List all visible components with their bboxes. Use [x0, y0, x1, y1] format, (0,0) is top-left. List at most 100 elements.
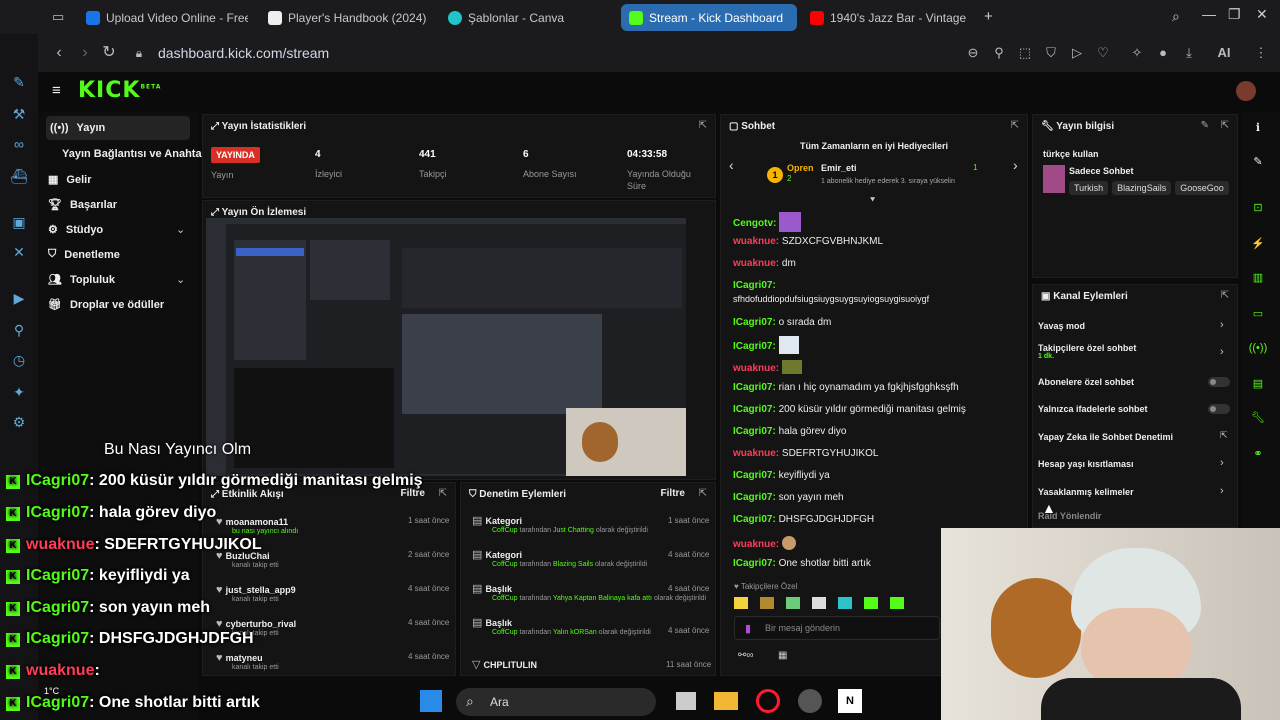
chevron-right-icon[interactable]: ›	[1220, 457, 1224, 469]
expand-icon[interactable]: ⇱	[1221, 290, 1229, 301]
chat-username[interactable]: ICagri07:	[733, 426, 776, 437]
chat-username[interactable]: ICagri07:	[733, 317, 776, 328]
emote-icon[interactable]	[812, 597, 826, 609]
pin2-icon[interactable]: ⚲	[9, 320, 29, 340]
emote-icon[interactable]	[786, 597, 800, 609]
next-arrow-icon[interactable]: ›	[1013, 157, 1018, 173]
action-account-age[interactable]: Hesap yaşı kısıtlaması	[1038, 459, 1134, 469]
stream-preview[interactable]	[206, 218, 686, 476]
sidebar-item-stream[interactable]: ((•)) Yayın	[46, 116, 190, 140]
tool-icon[interactable]: ⚒	[9, 104, 29, 124]
qa-icon-1[interactable]: ⊡	[1246, 198, 1270, 218]
search-icon[interactable]: ⌕	[1172, 8, 1180, 25]
external-link-icon[interactable]: ⇱	[1220, 430, 1228, 441]
expand-icon[interactable]: ⇱	[439, 488, 447, 499]
send-icon[interactable]: ▷	[1068, 44, 1086, 62]
windows-start-icon[interactable]	[420, 690, 442, 712]
ai-button[interactable]: AI	[1204, 44, 1244, 62]
profile-icon[interactable]: ●	[1154, 44, 1172, 62]
tab-upload[interactable]: Upload Video Online - Free	[78, 4, 248, 31]
subs-only-toggle[interactable]	[1208, 377, 1230, 387]
avatar[interactable]	[1236, 81, 1256, 101]
tab-kick[interactable]: Stream - Kick Dashboard	[621, 4, 797, 31]
chat-username[interactable]: wuaknue:	[733, 363, 779, 374]
tag[interactable]: Turkish	[1069, 181, 1109, 195]
chat-username[interactable]: wuaknue:	[733, 539, 779, 550]
puzzle-icon[interactable]: ✦	[9, 382, 29, 402]
qa-icon-3[interactable]: ▥	[1246, 268, 1270, 288]
info-icon[interactable]: ℹ	[1246, 118, 1270, 138]
chat-username[interactable]: Cengotv:	[733, 218, 776, 229]
chat-username[interactable]: ICagri07:	[733, 404, 776, 415]
expand-icon[interactable]: ⇱	[1011, 120, 1019, 131]
pin-icon[interactable]: ⚲	[990, 44, 1008, 62]
chevron-down-icon[interactable]: ⌄	[176, 223, 190, 236]
tag[interactable]: BlazingSails	[1112, 181, 1172, 195]
mic-icon[interactable]: ▮	[745, 622, 751, 635]
sidebar-item-achievements[interactable]: 🏆︎ Başarılar	[48, 198, 117, 212]
chat-gift-icon[interactable]: ▦	[778, 650, 787, 661]
zoom-icon[interactable]: ⊖	[964, 44, 982, 62]
emote-only-toggle[interactable]	[1208, 404, 1230, 414]
sidebar-item-stream-key[interactable]: Yayın Bağlantısı ve Anahtarı	[62, 148, 209, 160]
chat-username[interactable]: ICagri07:	[733, 514, 776, 525]
tab-handbook[interactable]: Player's Handbook (2024)	[260, 4, 432, 31]
qa-icon-6[interactable]: ▤	[1246, 374, 1270, 394]
gear-icon[interactable]: ⚙	[9, 412, 29, 432]
action-ai-moderation[interactable]: Yapay Zeka ile Sohbet Denetimi	[1038, 432, 1173, 442]
kick-logo[interactable]: KICKBETA	[78, 78, 161, 103]
action-followers-only[interactable]: Takipçilere özel sohbet 1 dk.	[1038, 343, 1136, 360]
action-emote-only[interactable]: Yalnızca ifadelerle sohbet	[1038, 404, 1148, 414]
extensions-icon[interactable]: ✧	[1128, 44, 1146, 62]
chat-username[interactable]: wuaknue:	[733, 258, 779, 269]
close-icon[interactable]: ✕	[1256, 6, 1268, 23]
chevron-right-icon[interactable]: ›	[1220, 319, 1224, 331]
emote-icon[interactable]	[838, 597, 852, 609]
taskbar-search[interactable]: ⌕ Ara	[456, 688, 656, 716]
chevron-right-icon[interactable]: ›	[1220, 346, 1224, 358]
menu-icon[interactable]: ⋮	[1252, 44, 1270, 62]
qa-icon-5[interactable]: ((•))	[1246, 338, 1270, 358]
chat-username[interactable]: ICagri07:	[733, 558, 776, 569]
hamburger-icon[interactable]: ≡	[52, 82, 61, 99]
emote-icon[interactable]	[890, 597, 904, 609]
action-slow-mode[interactable]: Yavaş mod	[1038, 321, 1085, 331]
emote-icon[interactable]	[734, 597, 748, 609]
moderation-filter-button[interactable]: Filtre	[661, 488, 685, 499]
heart-icon[interactable]: ♡	[1094, 44, 1112, 62]
tab-jazz[interactable]: 1940's Jazz Bar - Vintage	[802, 4, 974, 31]
forward-icon[interactable]: ›	[74, 43, 96, 63]
minimize-icon[interactable]: —	[1202, 6, 1216, 22]
prev-arrow-icon[interactable]: ‹	[729, 157, 734, 173]
pin-indicator-icon[interactable]: ⯆	[869, 195, 876, 206]
chat-username[interactable]: ICagri07:	[733, 341, 776, 352]
new-tab-icon[interactable]: +	[984, 8, 993, 25]
opera-gx-icon[interactable]	[756, 689, 780, 713]
chevron-down-icon[interactable]: ⌄	[176, 273, 190, 286]
play-icon[interactable]: ▶	[9, 288, 29, 308]
edit-icon[interactable]: ✎	[1201, 120, 1209, 131]
reload-icon[interactable]: ↻	[98, 43, 120, 63]
twitch-icon[interactable]: ▣	[9, 212, 29, 232]
pencil-icon[interactable]: ✎	[1246, 152, 1270, 172]
emote-bar[interactable]	[734, 597, 930, 611]
emote-icon[interactable]	[760, 597, 774, 609]
chat-username[interactable]: ICagri07:	[733, 382, 776, 393]
snapshot-icon[interactable]: ⬚	[1016, 44, 1034, 62]
file-explorer-icon[interactable]	[714, 692, 738, 710]
chat-settings-icon[interactable]: ⚯∞	[738, 650, 754, 661]
qa-icon-7[interactable]: 🔧︎	[1246, 408, 1270, 428]
glasses-icon[interactable]: ∞	[9, 134, 29, 154]
tab-canva[interactable]: Şablonlar - Canva	[440, 4, 616, 31]
expand-icon[interactable]: ⇱	[699, 488, 707, 499]
back-icon[interactable]: ‹	[48, 43, 70, 63]
qa-icon-4[interactable]: ▭	[1246, 304, 1270, 324]
sidebar-item-drops[interactable]: 🎁︎ Droplar ve ödüller	[48, 298, 164, 312]
boat-icon[interactable]: ⛴	[9, 166, 29, 186]
task-view-icon[interactable]	[676, 692, 696, 710]
download-icon[interactable]: ⤓	[1180, 44, 1198, 62]
sidebar-item-community[interactable]: 👥︎ Topluluk	[48, 273, 115, 287]
chat-username[interactable]: ICagri07:	[733, 470, 776, 481]
tag[interactable]: GooseGoo	[1175, 181, 1229, 195]
chat-username[interactable]: wuaknue:	[733, 448, 779, 459]
